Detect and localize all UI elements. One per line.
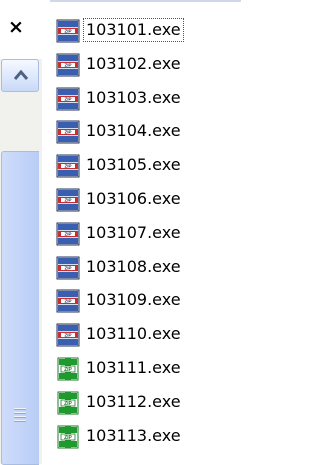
svg-text:ZIP: ZIP xyxy=(64,435,72,441)
svg-text:ZIP: ZIP xyxy=(64,299,71,304)
winzip-archive-icon: ZIP xyxy=(56,87,80,111)
divider xyxy=(50,0,241,2)
svg-text:ZIP: ZIP xyxy=(64,130,71,135)
scroll-up-button[interactable] xyxy=(1,59,39,92)
file-name: 103109.exe xyxy=(86,290,181,310)
zip-archive-icon: ZIP xyxy=(56,425,80,449)
file-name: 103106.exe xyxy=(86,188,181,208)
file-item[interactable]: ZIP 103103.exe xyxy=(56,87,183,121)
scrollbar-thumb[interactable] xyxy=(1,151,39,465)
file-name: 103113.exe xyxy=(86,425,181,445)
file-item[interactable]: ZIP 103105.exe xyxy=(56,154,183,188)
file-item[interactable]: ZIP 103107.exe xyxy=(56,222,183,256)
file-name: 103102.exe xyxy=(86,53,181,73)
scroll-grip-icon xyxy=(14,408,26,424)
svg-text:ZIP: ZIP xyxy=(64,164,71,169)
file-name: 103107.exe xyxy=(86,222,181,242)
chevron-up-icon xyxy=(13,69,29,80)
file-name: 103108.exe xyxy=(86,256,181,276)
winzip-archive-icon: ZIP xyxy=(56,289,80,313)
winzip-archive-icon: ZIP xyxy=(56,188,80,212)
file-name: 103110.exe xyxy=(86,324,181,344)
svg-text:ZIP: ZIP xyxy=(64,29,71,34)
svg-text:ZIP: ZIP xyxy=(64,401,72,407)
file-name: 103103.exe xyxy=(86,87,181,107)
file-item[interactable]: ZIP 103106.exe xyxy=(56,188,183,222)
file-list: ZIP 103101.exe ZIP 103102.exe ZIP 103103.exe Z… xyxy=(56,18,184,459)
winzip-archive-icon: ZIP xyxy=(56,154,80,178)
winzip-archive-icon: ZIP xyxy=(56,256,80,280)
svg-text:ZIP: ZIP xyxy=(64,231,71,236)
winzip-archive-icon: ZIP xyxy=(56,222,80,246)
winzip-archive-icon: ZIP xyxy=(56,323,80,347)
file-item[interactable]: ZIP 103101.exe xyxy=(56,18,184,53)
svg-text:ZIP: ZIP xyxy=(64,198,71,203)
winzip-archive-icon: ZIP xyxy=(56,120,80,144)
file-name: 103104.exe xyxy=(86,121,181,141)
file-item[interactable]: ZIP 103112.exe xyxy=(56,391,183,425)
file-name: 103111.exe xyxy=(86,357,181,377)
file-item[interactable]: ZIP 103109.exe xyxy=(56,289,183,323)
folders-pane: × xyxy=(0,0,47,465)
svg-text:ZIP: ZIP xyxy=(64,96,71,101)
file-name: 103105.exe xyxy=(86,155,181,175)
svg-text:ZIP: ZIP xyxy=(64,367,72,373)
svg-text:ZIP: ZIP xyxy=(64,265,71,270)
winzip-archive-icon: ZIP xyxy=(56,53,80,77)
file-item[interactable]: ZIP 103111.exe xyxy=(56,357,183,391)
explorer-view: × ZIP 103101.exe ZIP 103102.exe ZIP 103103.ex… xyxy=(0,0,241,465)
file-item[interactable]: ZIP 103110.exe xyxy=(56,323,183,357)
file-name: 103112.exe xyxy=(86,391,181,411)
file-name: 103101.exe xyxy=(83,18,184,42)
winzip-archive-icon: ZIP xyxy=(56,19,80,43)
close-pane-button[interactable]: × xyxy=(8,18,24,37)
file-item[interactable]: ZIP 103102.exe xyxy=(56,53,183,87)
zip-archive-icon: ZIP xyxy=(56,391,80,415)
zip-archive-icon: ZIP xyxy=(56,357,80,381)
svg-text:ZIP: ZIP xyxy=(64,62,71,67)
file-item[interactable]: ZIP 103113.exe xyxy=(56,425,183,459)
svg-text:ZIP: ZIP xyxy=(64,333,71,338)
file-item[interactable]: ZIP 103108.exe xyxy=(56,256,183,290)
file-item[interactable]: ZIP 103104.exe xyxy=(56,120,183,154)
